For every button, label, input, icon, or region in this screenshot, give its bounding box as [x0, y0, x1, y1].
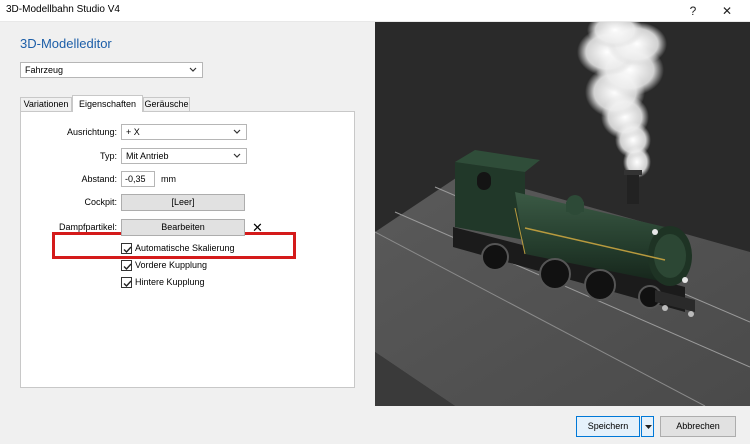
distance-label: Abstand:: [81, 174, 117, 184]
tab-geraeusche[interactable]: Geräusche: [143, 97, 190, 111]
editor-heading: 3D-Modelleditor: [20, 36, 112, 51]
save-button[interactable]: Speichern: [576, 416, 640, 437]
orientation-select[interactable]: + X: [121, 124, 247, 140]
type-label: Typ:: [99, 151, 117, 161]
cancel-button[interactable]: Abbrechen: [660, 416, 736, 437]
tab-variationen[interactable]: Variationen: [20, 97, 72, 111]
orientation-label: Ausrichtung:: [66, 127, 117, 137]
object-type-value: Fahrzeug: [25, 65, 64, 75]
checkmark-icon: [123, 263, 132, 271]
chevron-down-icon: [233, 129, 241, 134]
distance-input[interactable]: -0,35: [121, 171, 155, 187]
orientation-value: + X: [126, 127, 140, 137]
dialog-footer: Speichern Abbrechen: [0, 406, 750, 444]
save-options-button[interactable]: [641, 416, 654, 437]
checkbox-box[interactable]: [121, 277, 132, 288]
drive-type-value: Mit Antrieb: [126, 151, 169, 161]
cockpit-button[interactable]: [Leer]: [121, 194, 245, 211]
settings-pane: 3D-Modelleditor Fahrzeug Variationen Eig…: [0, 22, 375, 406]
checkbox-label: Hintere Kupplung: [135, 277, 205, 287]
title-bar: 3D-Modellbahn Studio V4 ? ✕: [0, 0, 750, 22]
checkbox-box[interactable]: [121, 260, 132, 271]
edit-steam-button[interactable]: Bearbeiten: [121, 219, 245, 236]
chevron-down-icon: [189, 67, 197, 72]
checkbox-box[interactable]: [121, 243, 132, 254]
chevron-down-icon: [233, 153, 241, 158]
checkmark-icon: [123, 280, 132, 288]
distance-unit: mm: [161, 174, 176, 184]
checkbox-label: Automatische Skalierung: [135, 243, 235, 253]
3d-viewport[interactable]: [375, 22, 750, 406]
window-title: 3D-Modellbahn Studio V4: [6, 4, 120, 15]
steam-particles-label: Dampfpartikel:: [58, 222, 117, 232]
model-preview: [375, 22, 750, 406]
clear-steam-button[interactable]: ✕: [252, 221, 263, 234]
properties-panel: Ausrichtung: + X Typ: Mit Antrieb Abstan…: [20, 111, 355, 388]
checkmark-icon: [123, 246, 132, 254]
checkbox-label: Vordere Kupplung: [135, 260, 208, 270]
cockpit-label: Cockpit:: [84, 197, 117, 207]
triangle-down-icon: [645, 425, 652, 429]
drive-type-select[interactable]: Mit Antrieb: [121, 148, 247, 164]
help-button[interactable]: ?: [676, 0, 710, 22]
tab-eigenschaften[interactable]: Eigenschaften: [72, 95, 143, 112]
close-window-button[interactable]: ✕: [710, 0, 744, 22]
object-type-select[interactable]: Fahrzeug: [20, 62, 203, 78]
